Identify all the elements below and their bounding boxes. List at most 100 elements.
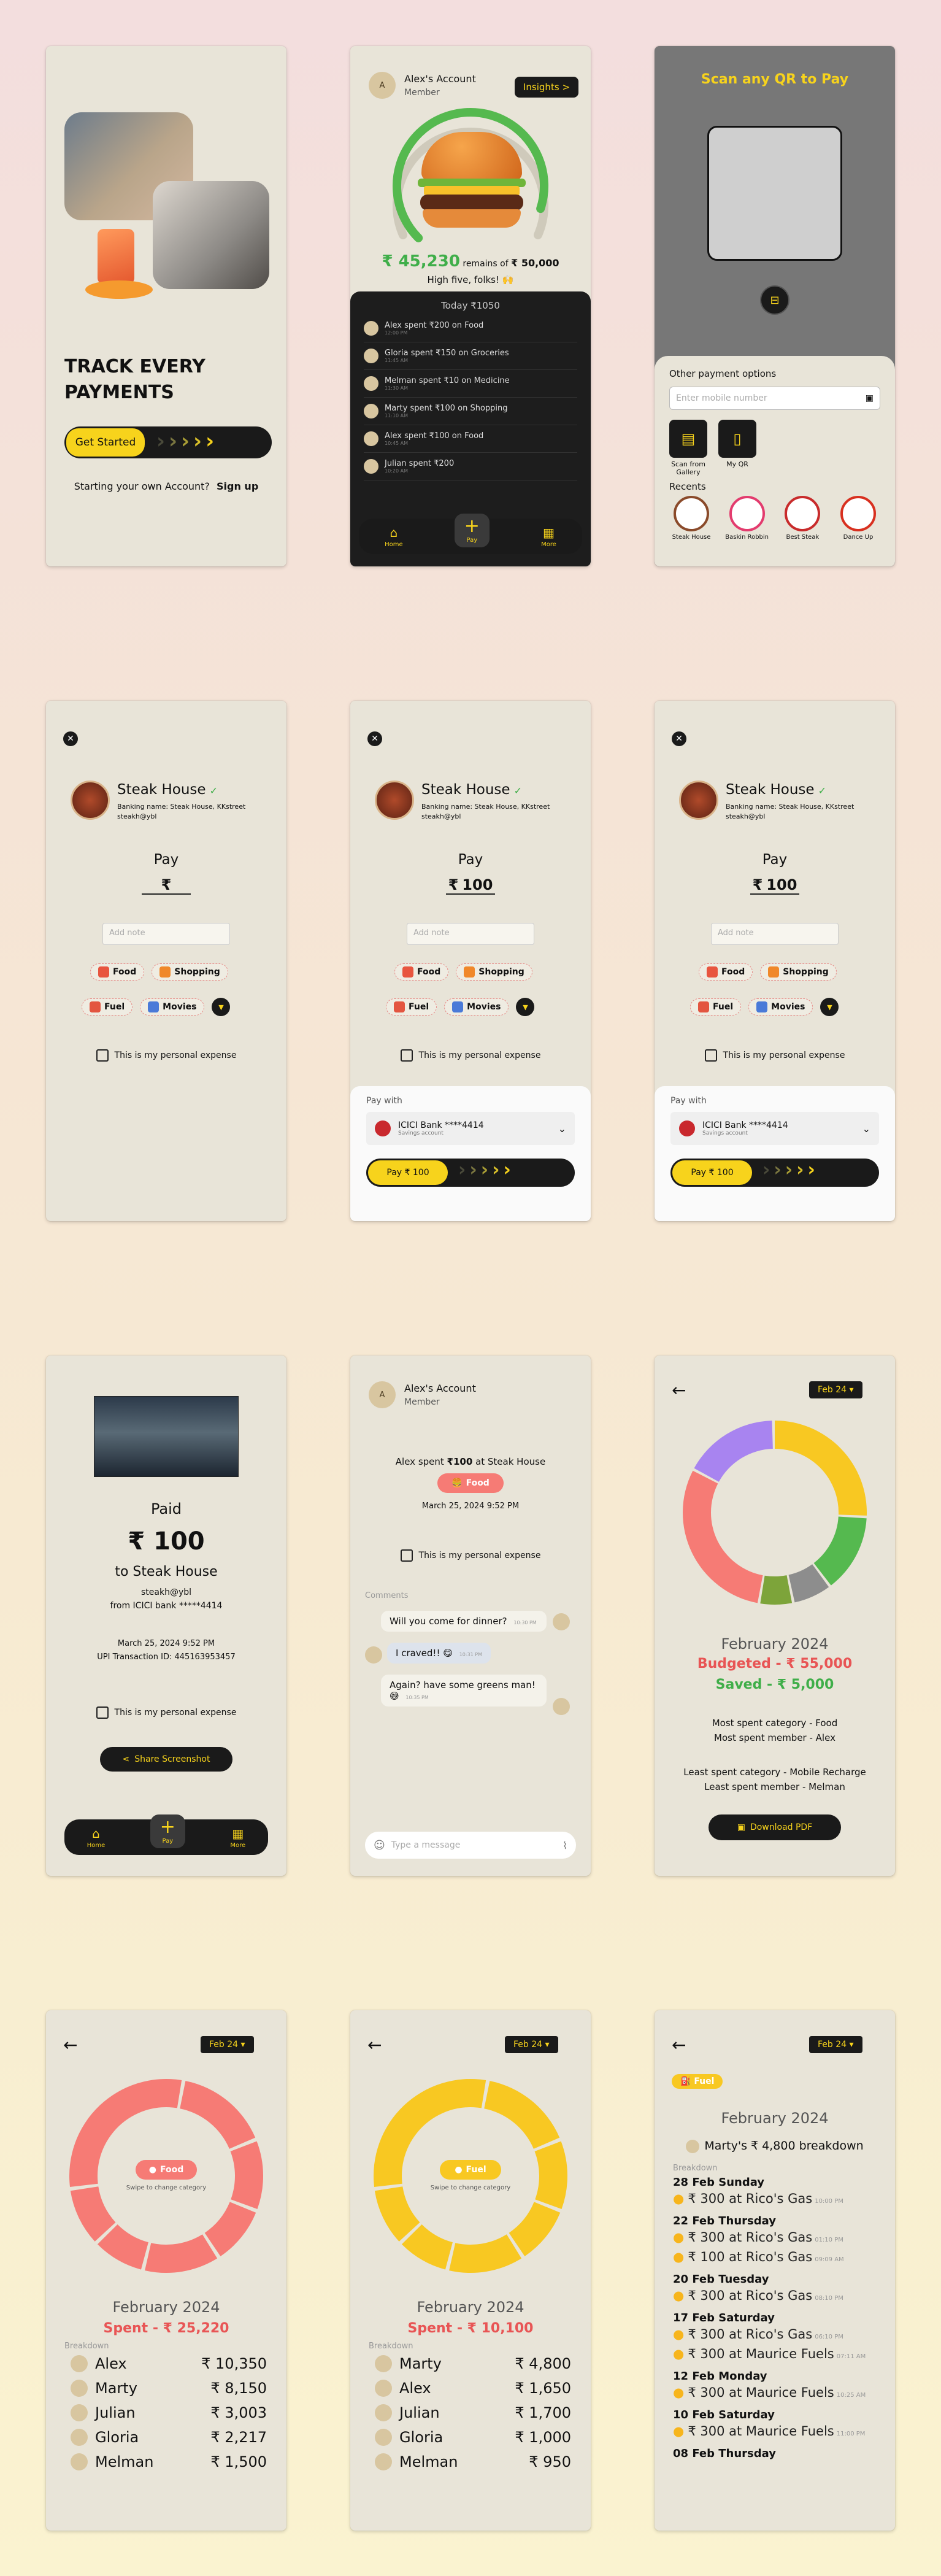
feed-item[interactable]: Alex spent ₹200 on Food 12:00 PM bbox=[364, 315, 577, 342]
month-selector[interactable]: Feb 24 ▾ bbox=[809, 2036, 862, 2053]
feed-item[interactable]: Gloria spent ₹150 on Groceries 11:45 AM bbox=[364, 342, 577, 370]
personal-expense-row[interactable]: This is my personal expense bbox=[46, 1706, 286, 1719]
month-selector[interactable]: Feb 24 ▾ bbox=[201, 2036, 254, 2053]
transaction-row[interactable]: ● ₹ 100 at Rico's Gas 09:09 AM bbox=[673, 2247, 881, 2267]
nav-home[interactable]: ⌂ Home bbox=[385, 525, 403, 548]
member-row[interactable]: Marty ₹ 4,800 bbox=[375, 2351, 571, 2376]
mobile-input[interactable]: Enter mobile number ▣ bbox=[669, 387, 880, 410]
back-arrow-icon[interactable]: ← bbox=[63, 2035, 77, 2055]
feed-item[interactable]: Marty spent ₹100 on Shopping 11:10 AM bbox=[364, 398, 577, 425]
month-selector[interactable]: Feb 24 ▾ bbox=[809, 1381, 862, 1398]
member-row[interactable]: Melman ₹ 1,500 bbox=[71, 2450, 267, 2474]
more-categories-icon[interactable]: ▼ bbox=[820, 998, 839, 1016]
amount-input[interactable]: ₹100 bbox=[446, 876, 495, 895]
amount-input[interactable]: ₹ bbox=[142, 876, 191, 895]
download-pdf-button[interactable]: ▣ Download PDF bbox=[709, 1814, 841, 1840]
back-arrow-icon[interactable]: ← bbox=[672, 1380, 686, 1400]
category-chip-fuel[interactable]: Fuel bbox=[82, 998, 133, 1016]
category-chip-movies[interactable]: Movies bbox=[444, 998, 509, 1016]
add-note-input[interactable]: Add note bbox=[711, 923, 839, 945]
donut-segment[interactable] bbox=[145, 2234, 218, 2273]
category-chip-food[interactable]: Food bbox=[699, 963, 753, 981]
donut-segment[interactable] bbox=[180, 2081, 256, 2149]
donut-segment[interactable] bbox=[449, 2234, 522, 2273]
close-icon[interactable]: ✕ bbox=[63, 731, 78, 746]
transaction-row[interactable]: ● ₹ 300 at Maurice Fuels 10:25 AM bbox=[673, 2383, 881, 2402]
donut-segment[interactable] bbox=[484, 2081, 560, 2149]
back-arrow-icon[interactable]: ← bbox=[367, 2035, 382, 2055]
personal-expense-checkbox[interactable] bbox=[96, 1706, 109, 1719]
contacts-icon[interactable]: ▣ bbox=[866, 393, 874, 403]
donut-segment[interactable] bbox=[509, 2202, 561, 2256]
avatar[interactable]: A bbox=[369, 72, 396, 99]
member-row[interactable]: Alex ₹ 10,350 bbox=[71, 2351, 267, 2376]
add-note-input[interactable]: Add note bbox=[407, 923, 534, 945]
bank-selector[interactable]: ICICI Bank ****4414 Savings account ⌄ bbox=[366, 1112, 575, 1145]
emoji-icon[interactable]: ☺ bbox=[374, 1839, 385, 1852]
transaction-row[interactable]: ● ₹ 300 at Rico's Gas 08:10 PM bbox=[673, 2286, 881, 2305]
nav-pay[interactable]: + Pay bbox=[150, 1814, 185, 1848]
donut-segment[interactable] bbox=[775, 1421, 867, 1516]
close-icon[interactable]: ✕ bbox=[367, 731, 382, 746]
amount-input[interactable]: ₹100 bbox=[750, 876, 799, 895]
feed-item[interactable]: Julian spent ₹200 10:20 AM bbox=[364, 453, 577, 480]
transaction-row[interactable]: ● ₹ 300 at Rico's Gas 06:10 PM bbox=[673, 2324, 881, 2344]
category-chip-fuel[interactable]: Fuel bbox=[386, 998, 437, 1016]
pay-button[interactable]: Pay ₹ 100 bbox=[368, 1160, 448, 1185]
recent-merchant[interactable]: Best Steak bbox=[780, 496, 824, 541]
personal-expense-row[interactable]: This is my personal expense bbox=[46, 1049, 286, 1062]
personal-expense-row[interactable]: This is my personal expense bbox=[655, 1049, 895, 1062]
attach-icon[interactable]: ⌇ bbox=[563, 1840, 567, 1851]
personal-expense-checkbox[interactable] bbox=[96, 1049, 109, 1062]
member-row[interactable]: Julian ₹ 3,003 bbox=[71, 2401, 267, 2425]
category-chip-food[interactable]: Food bbox=[90, 963, 145, 981]
category-chip-shopping[interactable]: Shopping bbox=[152, 963, 228, 981]
personal-expense-checkbox[interactable] bbox=[400, 1549, 413, 1562]
pay-button[interactable]: Pay ₹ 100 bbox=[672, 1160, 752, 1185]
personal-expense-checkbox[interactable] bbox=[704, 1049, 717, 1062]
member-row[interactable]: Marty ₹ 8,150 bbox=[71, 2376, 267, 2401]
nav-more[interactable]: ▦ More bbox=[541, 525, 556, 548]
category-chip-movies[interactable]: Movies bbox=[140, 998, 205, 1016]
category-chip-movies[interactable]: Movies bbox=[748, 998, 813, 1016]
transaction-row[interactable]: ● ₹ 300 at Rico's Gas 10:00 PM bbox=[673, 2189, 881, 2208]
get-started-slider[interactable]: Get Started › › › › › bbox=[64, 426, 272, 458]
member-row[interactable]: Gloria ₹ 2,217 bbox=[71, 2425, 267, 2450]
donut-segment[interactable] bbox=[230, 2141, 263, 2209]
scan-gallery-option[interactable]: ▤ Scan from Gallery bbox=[669, 420, 707, 476]
transaction-row[interactable]: ● ₹ 300 at Maurice Fuels 07:11 AM bbox=[673, 2344, 881, 2364]
nav-home[interactable]: ⌂ Home bbox=[87, 1826, 106, 1849]
insights-button[interactable]: Insights > bbox=[515, 77, 578, 98]
get-started-button[interactable]: Get Started bbox=[66, 428, 145, 457]
share-screenshot-button[interactable]: ⋖ Share Screenshot bbox=[100, 1747, 232, 1772]
back-arrow-icon[interactable]: ← bbox=[672, 2035, 686, 2055]
donut-segment[interactable] bbox=[813, 1516, 867, 1586]
avatar[interactable]: A bbox=[369, 1381, 396, 1408]
category-chip-shopping[interactable]: Shopping bbox=[456, 963, 532, 981]
category-chip-fuel[interactable]: Fuel bbox=[690, 998, 742, 1016]
donut-segment[interactable] bbox=[683, 1470, 763, 1603]
pay-slider[interactable]: Pay ₹ 100 › › › › › bbox=[366, 1159, 575, 1187]
member-row[interactable]: Gloria ₹ 1,000 bbox=[375, 2425, 571, 2450]
bank-selector[interactable]: ICICI Bank ****4414 Savings account ⌄ bbox=[670, 1112, 879, 1145]
more-categories-icon[interactable]: ▼ bbox=[516, 998, 535, 1016]
donut-segment[interactable] bbox=[204, 2202, 256, 2256]
feed-item[interactable]: Alex spent ₹100 on Food 10:45 AM bbox=[364, 425, 577, 453]
member-row[interactable]: Alex ₹ 1,650 bbox=[375, 2376, 571, 2401]
personal-expense-checkbox[interactable] bbox=[400, 1049, 413, 1062]
feed-item[interactable]: Melman spent ₹10 on Medicine 11:30 AM bbox=[364, 370, 577, 398]
member-row[interactable]: Melman ₹ 950 bbox=[375, 2450, 571, 2474]
transaction-row[interactable]: ● ₹ 300 at Maurice Fuels 11:00 PM bbox=[673, 2421, 881, 2441]
transaction-row[interactable]: ● ₹ 300 at Rico's Gas 01:10 PM bbox=[673, 2227, 881, 2247]
personal-expense-row[interactable]: This is my personal expense bbox=[350, 1549, 591, 1562]
message-input[interactable]: ☺ Type a message ⌇ bbox=[365, 1832, 576, 1859]
donut-segment[interactable] bbox=[760, 1575, 793, 1605]
donut-segment[interactable] bbox=[534, 2141, 567, 2209]
recent-merchant[interactable]: Baskin Robbin bbox=[725, 496, 769, 541]
month-selector[interactable]: Feb 24 ▾ bbox=[505, 2036, 558, 2053]
flashlight-icon[interactable]: ⊟ bbox=[760, 285, 789, 315]
my-qr-option[interactable]: ▯ My QR bbox=[718, 420, 756, 476]
pay-slider[interactable]: Pay ₹ 100 › › › › › bbox=[670, 1159, 879, 1187]
category-chip-shopping[interactable]: Shopping bbox=[760, 963, 837, 981]
close-icon[interactable]: ✕ bbox=[672, 731, 686, 746]
